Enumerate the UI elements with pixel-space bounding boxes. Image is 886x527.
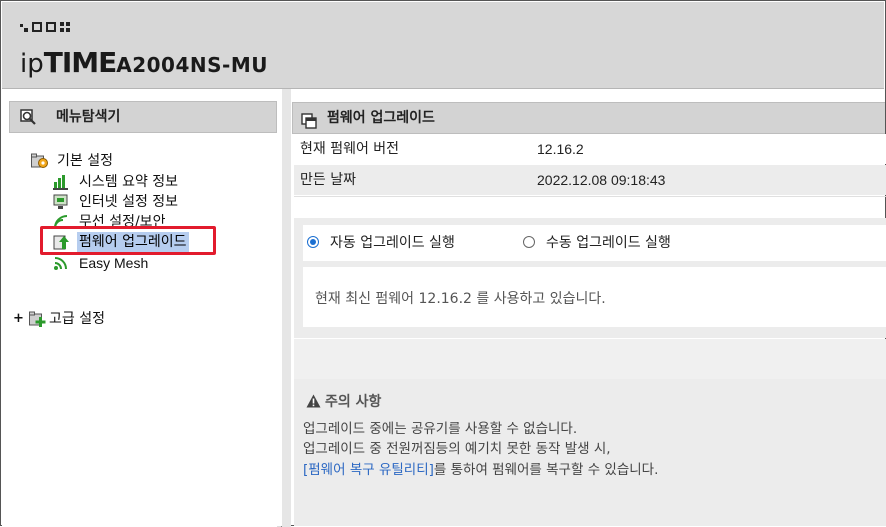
tree-item-system-summary[interactable]: 시스템 요약 정보 bbox=[53, 172, 213, 192]
tree-item-wireless-security[interactable]: 무선 설정/보안 bbox=[53, 212, 213, 226]
window-icon bbox=[301, 110, 317, 129]
folder-plus-icon bbox=[29, 311, 46, 327]
status-message: 현재 최신 펌웨어 12.16.2 를 사용하고 있습니다. bbox=[315, 291, 606, 307]
panel-gap bbox=[282, 89, 291, 527]
wifi-icon bbox=[53, 214, 69, 226]
label-current-version: 현재 펌웨어 버전 bbox=[300, 141, 400, 157]
tree-label-internet-settings: 인터넷 설정 정보 bbox=[79, 194, 179, 210]
content-header: 펌웨어 업그레이드 bbox=[292, 102, 885, 134]
header-bar: ipTIMEA2004NS-MU bbox=[2, 2, 884, 89]
tree-label-advanced-settings: 고급 설정 bbox=[49, 311, 105, 327]
notice-line-2: 업그레이드 중 전원꺼짐등의 예기치 못한 동작 발생 시, bbox=[303, 441, 611, 457]
tree-label-basic-settings: 기본 설정 bbox=[57, 153, 113, 169]
content-title: 펌웨어 업그레이드 bbox=[327, 110, 435, 126]
logo-brand-main: TIME bbox=[43, 46, 118, 79]
warning-icon bbox=[306, 393, 321, 408]
bar-chart-icon bbox=[53, 174, 69, 190]
label-build-date: 만든 날짜 bbox=[300, 172, 356, 188]
tree-node-advanced-settings[interactable]: + 고급 설정 bbox=[13, 309, 143, 329]
highlight-box bbox=[40, 226, 216, 255]
mesh-signal-icon bbox=[53, 255, 69, 271]
value-current-version: 12.16.2 bbox=[537, 141, 584, 157]
value-build-date: 2022.12.08 09:18:43 bbox=[537, 172, 666, 188]
auto-upgrade-radio[interactable] bbox=[307, 236, 319, 248]
tree-expand-icon[interactable]: + bbox=[13, 309, 24, 329]
notice-title: 주의 사항 bbox=[325, 394, 382, 410]
tree-label-wireless-security: 무선 설정/보안 bbox=[79, 214, 166, 226]
tree-node-basic-settings[interactable]: 기본 설정 bbox=[31, 151, 151, 171]
manual-upgrade-label[interactable]: 수동 업그레이드 실행 bbox=[546, 232, 671, 252]
tree-label-system-summary: 시스템 요약 정보 bbox=[79, 174, 179, 190]
manual-upgrade-radio[interactable] bbox=[523, 236, 535, 248]
divider bbox=[294, 196, 886, 197]
logo-brand-prefix: ip bbox=[20, 49, 44, 79]
recovery-utility-link[interactable]: [펌웨어 복구 유틸리티] bbox=[303, 462, 434, 478]
menu-explorer-header: 메뉴탐색기 bbox=[9, 101, 277, 133]
row-build-date: 만든 날짜 2022.12.08 09:18:43 bbox=[294, 165, 886, 195]
iptime-logo: ipTIMEA2004NS-MU bbox=[20, 46, 268, 79]
router-admin-window: ipTIMEA2004NS-MU 메뉴탐색기 기본 설정 시스템 요약 정보 인… bbox=[0, 0, 886, 527]
row-current-version: 현재 펌웨어 버전 12.16.2 bbox=[294, 134, 886, 164]
menu-explorer-title: 메뉴탐색기 bbox=[56, 109, 121, 125]
tree-item-internet-settings[interactable]: 인터넷 설정 정보 bbox=[53, 192, 213, 212]
folder-gear-icon bbox=[31, 153, 48, 169]
model-name: A2004NS-MU bbox=[116, 53, 268, 77]
notice-line-3: [펌웨어 복구 유틸리티]를 통하여 펌웨어를 복구할 수 있습니다. bbox=[303, 458, 658, 478]
tree-item-easy-mesh[interactable]: Easy Mesh bbox=[53, 253, 213, 273]
notice-line-3-rest: 를 통하여 펌웨어를 복구할 수 있습니다. bbox=[433, 462, 659, 478]
auto-upgrade-label[interactable]: 자동 업그레이드 실행 bbox=[330, 232, 455, 252]
magnifier-icon bbox=[20, 108, 38, 126]
tree-label-easy-mesh: Easy Mesh bbox=[79, 255, 149, 271]
monitor-icon bbox=[53, 194, 69, 210]
notice-line-1: 업그레이드 중에는 공유기를 사용할 수 없습니다. bbox=[303, 421, 578, 437]
